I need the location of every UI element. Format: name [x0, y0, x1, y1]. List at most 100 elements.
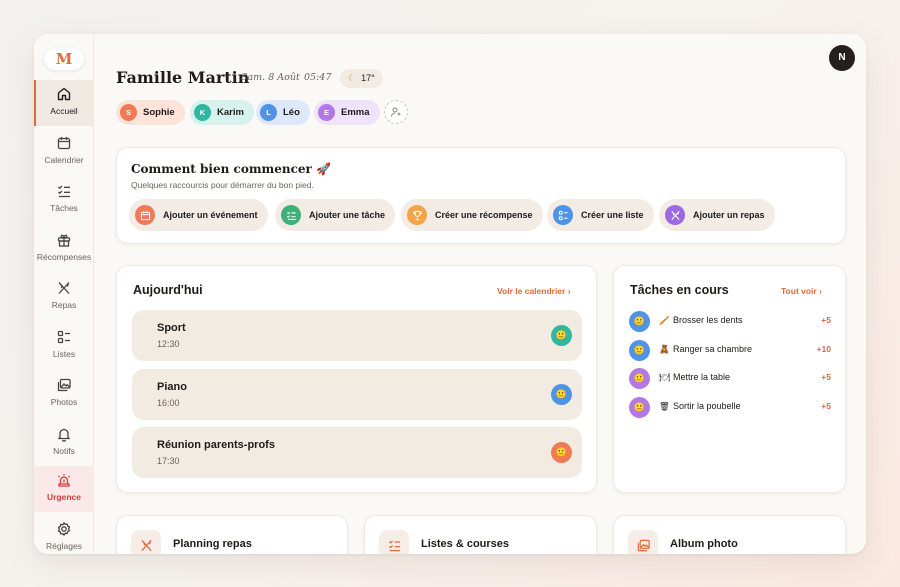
sidebar-item-label: Accueil [50, 106, 78, 116]
today-title: Aujourd'hui [133, 283, 203, 297]
calendar-icon [135, 205, 155, 225]
gift-icon [57, 234, 71, 247]
task-label: Ranger sa chambre [673, 344, 753, 354]
sidebar-item-label: Listes [52, 349, 76, 359]
sidebar: M Accueil Calendrier Tâches Récompenses … [34, 34, 94, 554]
lists-title: Listes & courses [421, 538, 510, 550]
task-avatar: 🙂 [629, 368, 650, 389]
member-chip-emma[interactable]: E Emma [314, 100, 380, 125]
bell-icon [57, 428, 71, 442]
tasks-card: Tâches en cours Tout voir › 🙂 🪥 Brosser … [613, 265, 846, 493]
member-name: Karim [217, 107, 244, 118]
page-title: Famille Martin [116, 68, 250, 87]
event-item[interactable]: Sport 12:30 🙂 [132, 310, 582, 361]
weather-badge: ☾ 17° [340, 69, 383, 88]
event-name: Sport [157, 322, 186, 334]
add-member-button[interactable] [384, 100, 408, 124]
event-item[interactable]: Piano 16:00 🙂 [132, 369, 582, 420]
member-chip-sophie[interactable]: S Sophie [116, 100, 185, 125]
sidebar-item-repas[interactable]: Repas [34, 274, 94, 320]
member-chip-karim[interactable]: K Karim [190, 100, 254, 125]
event-avatar: 🙂 [551, 442, 572, 463]
sidebar-item-calendrier[interactable]: Calendrier [34, 129, 94, 175]
plate-icon: 🍽 [659, 372, 670, 382]
task-item[interactable]: 🙂 🧸 Ranger sa chambre +10 [629, 339, 831, 361]
task-label: Brosser les dents [673, 315, 743, 325]
meal-planning-card[interactable]: Planning repas [116, 515, 348, 554]
event-time: 12:30 [157, 339, 180, 349]
utensils-icon [131, 530, 161, 554]
checklist-icon [58, 185, 70, 198]
event-item[interactable]: Réunion parents-profs 17:30 🙂 [132, 427, 582, 478]
gear-icon [57, 522, 71, 536]
create-reward-button[interactable]: Créer une récompense [401, 199, 543, 231]
sidebar-item-recompenses[interactable]: Récompenses [34, 226, 94, 272]
add-meal-button[interactable]: Ajouter un repas [659, 199, 775, 231]
task-points: +5 [821, 401, 831, 411]
task-points: +10 [816, 344, 831, 354]
member-avatar: L [260, 104, 277, 121]
sidebar-item-urgence[interactable]: Urgence [34, 466, 94, 512]
user-avatar[interactable]: N [829, 45, 855, 71]
today-card: Aujourd'hui Voir le calendrier › Sport 1… [116, 265, 597, 493]
task-points: +5 [821, 372, 831, 382]
header-date: Sam. 8 Août [241, 72, 300, 83]
calendar-icon [57, 137, 71, 150]
photos-icon [57, 378, 71, 392]
add-task-button[interactable]: Ajouter une tâche [275, 199, 396, 231]
event-name: Réunion parents-profs [157, 439, 275, 451]
see-all-label: Tout voir [781, 286, 817, 296]
header-time: 05:47 [304, 72, 332, 83]
task-item[interactable]: 🙂 🪥 Brosser les dents +5 [629, 310, 831, 332]
event-name: Piano [157, 381, 187, 393]
trophy-icon [407, 205, 427, 225]
task-item[interactable]: 🙂 🍽 Mettre la table +5 [629, 367, 831, 389]
add-event-label: Ajouter un événement [163, 210, 258, 220]
getting-started-card: Comment bien commencer 🚀 Quelques raccou… [116, 147, 846, 244]
utensils-icon [665, 205, 685, 225]
event-avatar: 🙂 [551, 325, 572, 346]
sidebar-item-label: Réglages [46, 541, 82, 551]
lists-card[interactable]: Listes & courses [364, 515, 597, 554]
sidebar-item-notifs[interactable]: Notifs [34, 420, 94, 466]
sidebar-item-label: Urgence [46, 492, 81, 502]
teddy-bear-icon: 🧸 [659, 344, 670, 354]
task-label: Mettre la table [673, 372, 731, 382]
task-avatar: 🙂 [629, 397, 650, 418]
sidebar-item-label: Notifs [53, 446, 75, 456]
sidebar-item-label: Tâches [50, 203, 78, 213]
task-item[interactable]: 🙂 🗑 Sortir la poubelle +5 [629, 396, 831, 418]
member-avatar: K [194, 104, 211, 121]
sidebar-item-taches[interactable]: Tâches [34, 177, 94, 223]
create-list-button[interactable]: Créer une liste [547, 199, 654, 231]
add-task-label: Ajouter une tâche [309, 210, 386, 220]
view-calendar-link[interactable]: Voir le calendrier › [497, 286, 571, 296]
sidebar-item-reglages[interactable]: Réglages [34, 515, 94, 554]
photo-album-title: Album photo [670, 538, 738, 550]
member-avatar: E [318, 104, 335, 121]
sidebar-item-listes[interactable]: Listes [34, 323, 94, 369]
meal-planning-title: Planning repas [173, 538, 252, 550]
chevron-right-icon: › [819, 286, 822, 296]
event-time: 16:00 [157, 398, 180, 408]
photo-album-card[interactable]: Album photo [613, 515, 846, 554]
toothbrush-icon: 🪥 [659, 315, 670, 325]
home-icon [57, 87, 71, 101]
view-calendar-label: Voir le calendrier [497, 286, 566, 296]
member-name: Emma [341, 107, 370, 118]
event-time: 17:30 [157, 456, 180, 466]
app-logo[interactable]: M [44, 48, 84, 70]
member-chip-leo[interactable]: L Léo [256, 100, 310, 125]
see-all-tasks-link[interactable]: Tout voir › [781, 286, 822, 296]
siren-icon [58, 474, 70, 487]
checklist-icon [379, 530, 409, 554]
sidebar-item-photos[interactable]: Photos [34, 371, 94, 417]
chevron-right-icon: › [567, 286, 571, 296]
add-meal-label: Ajouter un repas [693, 210, 765, 220]
add-user-icon [391, 107, 401, 117]
sidebar-item-accueil[interactable]: Accueil [34, 80, 94, 126]
getting-started-title: Comment bien commencer 🚀 [131, 162, 331, 176]
photos-icon [628, 530, 658, 554]
add-event-button[interactable]: Ajouter un événement [129, 199, 268, 231]
task-points: +5 [821, 315, 831, 325]
